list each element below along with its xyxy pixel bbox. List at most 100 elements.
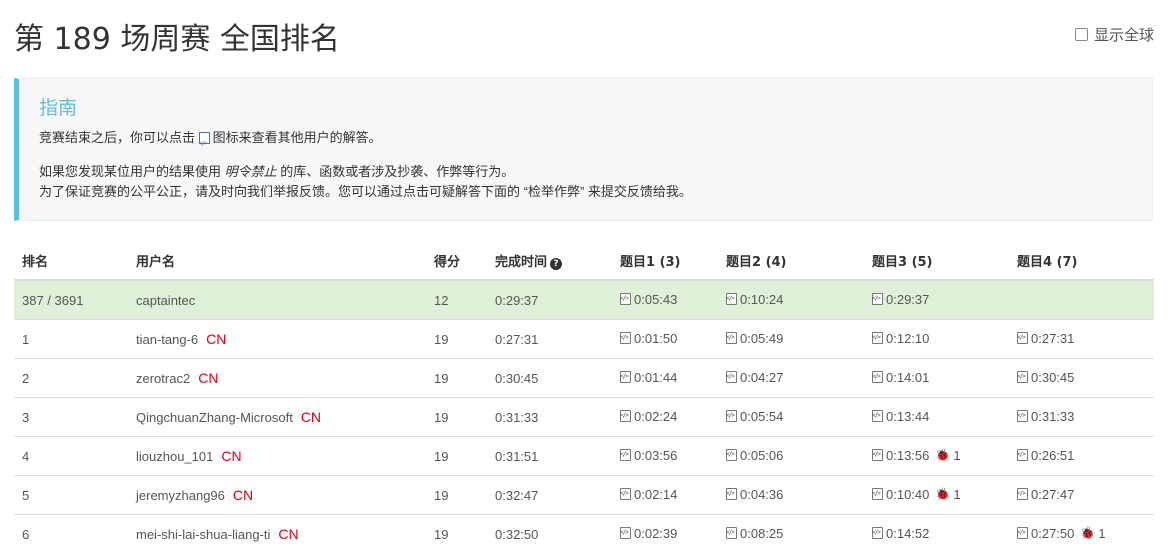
code-icon[interactable] [726, 527, 737, 539]
table-row: 3QingchuanZhang-MicrosoftCN190:31:330:02… [14, 398, 1154, 437]
table-row: 2zerotrac2CN190:30:450:01:440:04:270:14:… [14, 359, 1154, 398]
header-finish-time: 完成时间? [487, 242, 612, 280]
code-icon[interactable] [726, 293, 737, 305]
cell-q4: 0:27:47 [1009, 476, 1154, 515]
code-icon[interactable] [1017, 488, 1028, 500]
solve-time: 0:05:54 [740, 409, 783, 424]
solve-time: 0:05:06 [740, 448, 783, 463]
show-global-toggle[interactable]: 显示全球 [1075, 24, 1154, 45]
solve-time: 0:26:51 [1031, 448, 1074, 463]
cell-q3: 0:29:37 [864, 280, 1009, 320]
cell-score: 19 [426, 398, 487, 437]
show-global-checkbox[interactable] [1075, 28, 1088, 41]
code-icon[interactable] [872, 371, 883, 383]
header-q1[interactable]: 题目1 (3) [612, 242, 718, 280]
code-icon[interactable] [1017, 449, 1028, 461]
code-icon[interactable] [726, 488, 737, 500]
code-icon[interactable] [726, 332, 737, 344]
cell-q1: 0:01:50 [612, 320, 718, 359]
username-link[interactable]: captaintec [136, 293, 195, 308]
help-icon[interactable]: ? [550, 258, 562, 270]
code-icon[interactable] [620, 488, 631, 500]
ranking-table: 排名 用户名 得分 完成时间? 题目1 (3) 题目2 (4) 题目3 (5) … [14, 242, 1154, 553]
show-global-label: 显示全球 [1094, 24, 1154, 45]
code-icon[interactable] [872, 332, 883, 344]
solve-time: 0:27:50 [1031, 526, 1074, 541]
cell-username: liouzhou_101CN [128, 437, 426, 476]
guide-line-2: 如果您发现某位用户的结果使用 明令禁止 的库、函数或者涉及抄袭、作弊等行为。 [39, 162, 1132, 182]
table-row: 4liouzhou_101CN190:31:510:03:560:05:060:… [14, 437, 1154, 476]
code-icon[interactable] [726, 371, 737, 383]
code-icon[interactable] [620, 293, 631, 305]
cell-q3: 0:10:40🐞1 [864, 476, 1009, 515]
cell-finish-time: 0:32:47 [487, 476, 612, 515]
username-link[interactable]: tian-tang-6 [136, 332, 198, 347]
cell-rank: 5 [14, 476, 128, 515]
code-icon[interactable] [872, 293, 883, 305]
region-badge: CN [233, 487, 253, 503]
header-rank[interactable]: 排名 [14, 242, 128, 280]
solve-time: 0:01:50 [634, 331, 677, 346]
solve-time: 0:10:40 [886, 487, 929, 502]
cell-username: zerotrac2 CN [128, 359, 426, 398]
cell-q2: 0:04:27 [718, 359, 864, 398]
code-icon[interactable] [872, 449, 883, 461]
solve-time: 0:05:43 [634, 292, 677, 307]
solve-time: 0:02:14 [634, 487, 677, 502]
code-icon[interactable] [872, 488, 883, 500]
guide-line-2-pre: 如果您发现某位用户的结果使用 [39, 164, 221, 179]
code-icon[interactable] [872, 410, 883, 422]
code-icon[interactable] [620, 332, 631, 344]
username-link[interactable]: mei-shi-lai-shua-liang-ti [136, 527, 270, 542]
cell-q4: 0:26:51 [1009, 437, 1154, 476]
code-icon[interactable] [1017, 410, 1028, 422]
code-icon[interactable] [1017, 332, 1028, 344]
cell-finish-time: 0:32:50 [487, 515, 612, 553]
cell-username: captaintec [128, 280, 426, 320]
region-badge: CN [198, 370, 218, 386]
solve-time: 0:14:01 [886, 370, 929, 385]
username-link[interactable]: QingchuanZhang-Microsoft [136, 410, 293, 425]
table-row: 6mei-shi-lai-shua-liang-tiCN190:32:500:0… [14, 515, 1154, 553]
code-icon[interactable] [726, 410, 737, 422]
cell-rank: 2 [14, 359, 128, 398]
code-icon[interactable] [872, 527, 883, 539]
username-link[interactable]: zerotrac2 [136, 371, 190, 386]
cell-q1: 0:02:39 [612, 515, 718, 553]
code-icon [199, 132, 210, 144]
wrong-attempts-count: 1 [953, 487, 960, 502]
solve-time: 0:29:37 [886, 292, 929, 307]
cell-finish-time: 0:31:33 [487, 398, 612, 437]
cell-q3: 0:13:44 [864, 398, 1009, 437]
header-finish-time-label: 完成时间 [495, 255, 547, 270]
code-icon[interactable] [620, 410, 631, 422]
cell-rank: 3 [14, 398, 128, 437]
cell-username: jeremyzhang96 CN [128, 476, 426, 515]
cell-q3: 0:13:56🐞1 [864, 437, 1009, 476]
solve-time: 0:04:36 [740, 487, 783, 502]
table-row: 5jeremyzhang96CN190:32:470:02:140:04:360… [14, 476, 1154, 515]
code-icon[interactable] [1017, 371, 1028, 383]
username-link[interactable]: liouzhou_101 [136, 449, 213, 464]
cell-finish-time: 0:27:31 [487, 320, 612, 359]
header-score[interactable]: 得分 [426, 242, 487, 280]
username-link[interactable]: jeremyzhang96 [136, 488, 225, 503]
code-icon[interactable] [620, 371, 631, 383]
cell-score: 12 [426, 280, 487, 320]
cell-rank: 6 [14, 515, 128, 553]
header-q2[interactable]: 题目2 (4) [718, 242, 864, 280]
bug-icon: 🐞 [1080, 526, 1095, 540]
code-icon[interactable] [1017, 527, 1028, 539]
header-q4[interactable]: 题目4 (7) [1009, 242, 1154, 280]
solve-time: 0:13:44 [886, 409, 929, 424]
code-icon[interactable] [726, 449, 737, 461]
bug-icon: 🐞 [935, 448, 950, 462]
cell-q1: 0:01:44 [612, 359, 718, 398]
code-icon[interactable] [620, 527, 631, 539]
header-q3[interactable]: 题目3 (5) [864, 242, 1009, 280]
solve-time: 0:13:56 [886, 448, 929, 463]
cell-q2: 0:04:36 [718, 476, 864, 515]
code-icon[interactable] [620, 449, 631, 461]
guide-line-2-emphasis: 明令禁止 [225, 164, 277, 179]
cell-q3: 0:14:52 [864, 515, 1009, 553]
